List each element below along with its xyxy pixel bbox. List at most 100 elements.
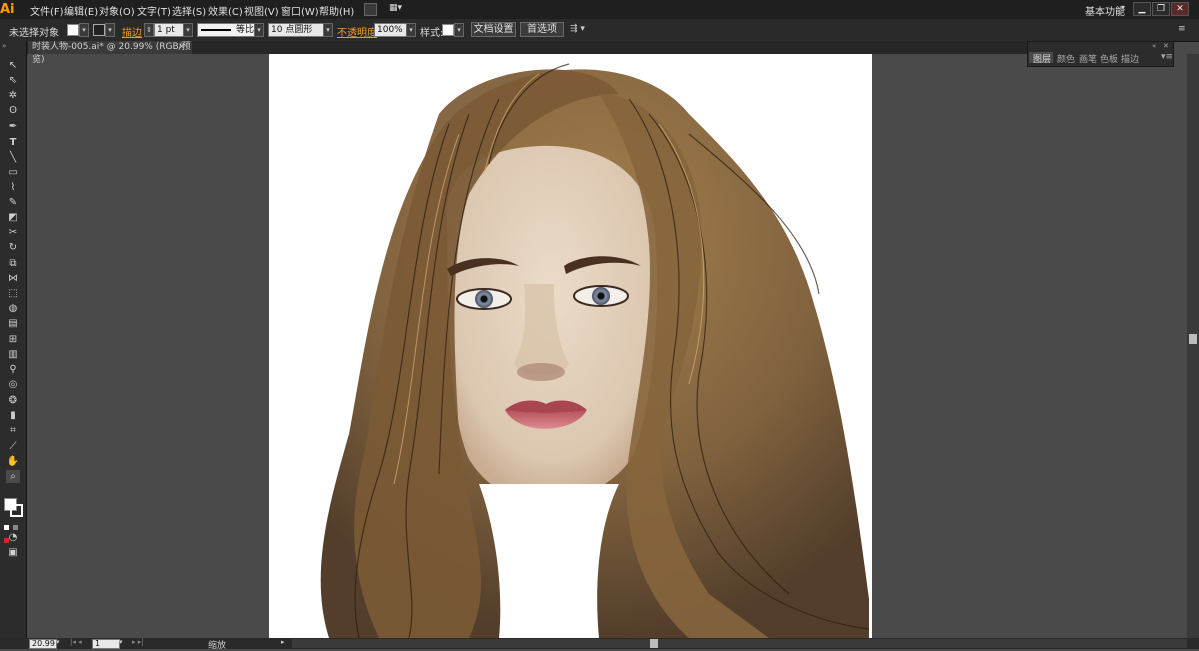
slice-tool-icon[interactable]: ⟋: [6, 440, 20, 453]
status-menu-icon[interactable]: ▸: [281, 638, 285, 646]
stroke-dropdown-icon[interactable]: ▾: [105, 23, 115, 37]
stroke-profile-line: [201, 29, 231, 31]
artboard-nav-first-icon[interactable]: |◂ ◂: [70, 638, 82, 646]
opacity-dropdown-icon[interactable]: ▾: [406, 23, 416, 37]
stroke-weight-input[interactable]: 1 pt: [154, 23, 186, 37]
stroke-label-link[interactable]: 描边: [122, 24, 142, 39]
workspace-dropdown-icon[interactable]: ▾: [1121, 3, 1125, 12]
brush-dropdown-icon[interactable]: ▾: [323, 23, 333, 37]
tab-color[interactable]: 颜色: [1057, 52, 1075, 65]
width-tool-icon[interactable]: ⋈: [6, 272, 20, 285]
document-tab[interactable]: 时装人物-005.ai* @ 20.99% (RGB/预览): [28, 41, 192, 65]
opacity-input[interactable]: 100%: [374, 23, 408, 37]
document-tab-title: 时装人物-005.ai* @ 20.99% (RGB/预览): [32, 42, 191, 65]
shape-builder-tool-icon[interactable]: ◍: [6, 302, 20, 315]
artboard[interactable]: [269, 54, 872, 638]
draw-mode-icon[interactable]: ◔: [6, 531, 20, 544]
menu-object[interactable]: 对象(O): [99, 3, 135, 18]
bridge-icon[interactable]: [364, 3, 377, 16]
horizontal-scroll-thumb[interactable]: [650, 639, 658, 648]
fill-swatch[interactable]: [67, 24, 79, 36]
menu-view[interactable]: 视图(V): [244, 3, 279, 18]
hand-tool-icon[interactable]: ✋: [6, 455, 20, 468]
stroke-weight-dropdown-icon[interactable]: ▾: [183, 23, 193, 37]
menu-type[interactable]: 文字(T): [137, 3, 171, 18]
stroke-weight-stepper[interactable]: ⇕: [144, 23, 154, 37]
menu-effect[interactable]: 效果(C): [208, 3, 243, 18]
brush-value: 10 点圆形: [271, 25, 313, 35]
color-mode-icons[interactable]: [4, 520, 22, 543]
panel-options-icon[interactable]: ≡: [1178, 24, 1186, 34]
mesh-tool-icon[interactable]: ⊞: [6, 333, 20, 346]
direct-selection-tool-icon[interactable]: ⇖: [6, 74, 20, 87]
zoom-tool-icon[interactable]: ⌕: [6, 470, 20, 483]
perspective-grid-tool-icon[interactable]: ▤: [6, 317, 20, 330]
menu-select[interactable]: 选择(S): [172, 3, 206, 18]
tab-swatches[interactable]: 色板: [1100, 52, 1118, 65]
paintbrush-tool-icon[interactable]: ⌇: [6, 181, 20, 194]
zoom-dropdown-icon[interactable]: ▾: [56, 638, 60, 646]
tab-stroke[interactable]: 描边: [1121, 52, 1139, 65]
screen-mode-icon[interactable]: ▣: [6, 546, 20, 559]
portrait-illustration: [320, 63, 870, 638]
zoom-input[interactable]: 20.99: [29, 639, 57, 649]
stroke-profile-dropdown-icon[interactable]: ▾: [254, 23, 264, 37]
minimize-button[interactable]: ▁: [1133, 2, 1151, 16]
artboard-tool-icon[interactable]: ⌗: [6, 424, 20, 437]
menu-help[interactable]: 帮助(H): [319, 3, 354, 18]
blend-tool-icon[interactable]: ◎: [6, 378, 20, 391]
nose-shadow: [517, 363, 565, 381]
close-button[interactable]: ✕: [1171, 2, 1189, 16]
artboard-number-input[interactable]: 1: [92, 639, 120, 649]
selection-tool-icon[interactable]: ↖: [6, 59, 20, 72]
panel-close-icon[interactable]: ✕: [1163, 42, 1169, 50]
stroke-color-icon[interactable]: [10, 504, 23, 517]
restore-button[interactable]: ❐: [1152, 2, 1170, 16]
panel-collapse-icon[interactable]: «: [1152, 42, 1156, 50]
brush-select[interactable]: 10 点圆形: [268, 23, 324, 37]
rotate-tool-icon[interactable]: ↻: [6, 241, 20, 254]
style-dropdown-icon[interactable]: ▾: [454, 23, 464, 37]
type-tool-icon[interactable]: T: [6, 136, 20, 149]
right-pupil: [597, 292, 605, 300]
magic-wand-tool-icon[interactable]: ✲: [6, 89, 20, 102]
vertical-scroll-thumb[interactable]: [1189, 334, 1197, 344]
tab-brushes[interactable]: 画笔: [1079, 52, 1097, 65]
style-swatch[interactable]: [442, 24, 454, 36]
eyedropper-tool-icon[interactable]: ⚲: [6, 363, 20, 376]
pen-tool-icon[interactable]: ✒: [6, 120, 20, 133]
stroke-swatch[interactable]: [93, 24, 105, 36]
document-setup-button[interactable]: 文档设置: [471, 22, 516, 37]
scale-tool-icon[interactable]: ⧉: [6, 257, 20, 270]
tab-close-icon[interactable]: ×: [178, 42, 186, 52]
free-transform-tool-icon[interactable]: ⬚: [6, 287, 20, 300]
arrange-documents-icon[interactable]: ▦▾: [389, 3, 405, 14]
menu-window[interactable]: 窗口(W): [281, 3, 319, 18]
left-pupil: [480, 295, 488, 303]
vertical-scrollbar[interactable]: [1187, 54, 1199, 638]
horizontal-scrollbar[interactable]: [292, 639, 1187, 648]
preferences-button[interactable]: 首选项: [520, 22, 564, 37]
eraser-tool-icon[interactable]: ◩: [6, 211, 20, 224]
tab-layers[interactable]: 图层: [1033, 52, 1051, 65]
panel-menu-icon[interactable]: ▾≡: [1161, 52, 1173, 62]
column-graph-tool-icon[interactable]: ▮: [6, 409, 20, 422]
rectangle-tool-icon[interactable]: ▭: [6, 166, 20, 179]
symbol-sprayer-tool-icon[interactable]: ❂: [6, 394, 20, 407]
fill-dropdown-icon[interactable]: ▾: [79, 23, 89, 37]
status-info: 缩放: [208, 641, 227, 651]
menu-edit[interactable]: 编辑(E): [64, 3, 98, 18]
menu-file[interactable]: 文件(F): [30, 3, 64, 18]
pencil-tool-icon[interactable]: ✎: [6, 196, 20, 209]
artboard-dropdown-icon[interactable]: ▾: [119, 638, 123, 646]
line-tool-icon[interactable]: ╲: [6, 151, 20, 164]
transform-menu-icon[interactable]: ⇶ ▾: [570, 24, 585, 34]
scissors-tool-icon[interactable]: ✂: [6, 226, 20, 239]
opacity-label-link[interactable]: 不透明度: [337, 24, 377, 39]
workspace-switcher[interactable]: 基本功能: [1085, 3, 1125, 18]
gradient-tool-icon[interactable]: ▥: [6, 348, 20, 361]
lasso-tool-icon[interactable]: ʘ: [6, 104, 20, 117]
toolbox-collapse-icon[interactable]: »: [2, 42, 6, 50]
app-logo: Ai: [0, 2, 15, 17]
artboard-nav-last-icon[interactable]: ▸ ▸|: [132, 638, 144, 646]
